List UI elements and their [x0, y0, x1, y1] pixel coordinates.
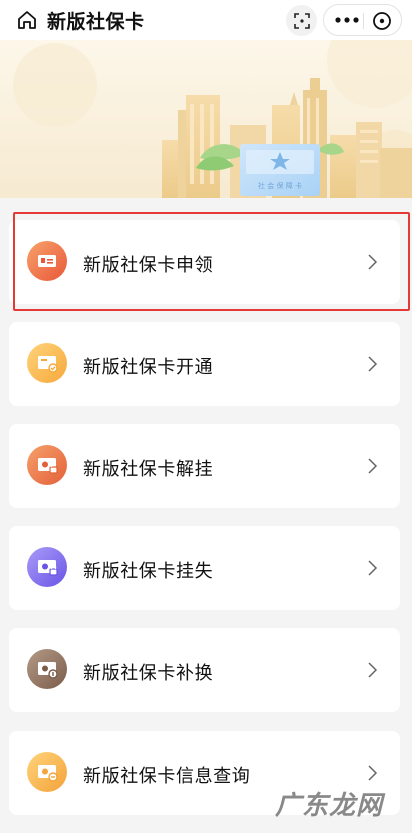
page-title: 新版社保卡 [47, 12, 145, 33]
card-query-icon [27, 752, 67, 792]
menu-item-2[interactable]: 新版社保卡开通 [9, 322, 400, 406]
capsule-divider [363, 13, 364, 29]
chevron-right-icon [368, 560, 378, 576]
id-card-icon [27, 241, 67, 281]
chevron-right-icon [368, 356, 378, 372]
menu-item-1[interactable]: 新版社保卡申领 [9, 220, 400, 304]
chevron-right-icon [368, 458, 378, 474]
more-icon[interactable] [334, 14, 360, 26]
menu-item-label: 新版社保卡补换 [83, 663, 214, 683]
menu-item-label: 新版社保卡信息查询 [83, 766, 251, 786]
watermark: 广东龙网 [275, 790, 384, 820]
scan-button[interactable] [286, 5, 317, 36]
close-icon[interactable] [372, 11, 392, 31]
menu-item-4[interactable]: 新版社保卡挂失 [9, 526, 400, 610]
top-bar: 新版社保卡 [0, 0, 412, 40]
city-illustration: 社 会 保 障 卡 [0, 40, 412, 198]
menu-item-label: 新版社保卡解挂 [83, 459, 214, 479]
banner-card-text: 社 会 保 障 卡 [258, 181, 302, 190]
miniapp-capsule [323, 4, 402, 36]
card-unlock-icon [27, 445, 67, 485]
card-check-icon [27, 343, 67, 383]
card-lock-icon [27, 547, 67, 587]
menu-item-5[interactable]: 新版社保卡补换 [9, 628, 400, 712]
chevron-right-icon [368, 765, 378, 781]
chevron-right-icon [368, 254, 378, 270]
scan-icon [293, 12, 310, 29]
card-replace-icon [27, 649, 67, 689]
chevron-right-icon [368, 662, 378, 678]
menu-item-label: 新版社保卡挂失 [83, 561, 214, 581]
home-icon[interactable] [16, 9, 38, 31]
menu-item-label: 新版社保卡申领 [83, 255, 214, 275]
menu-item-3[interactable]: 新版社保卡解挂 [9, 424, 400, 508]
banner: 社 会 保 障 卡 [0, 40, 412, 198]
menu-item-label: 新版社保卡开通 [83, 357, 214, 377]
